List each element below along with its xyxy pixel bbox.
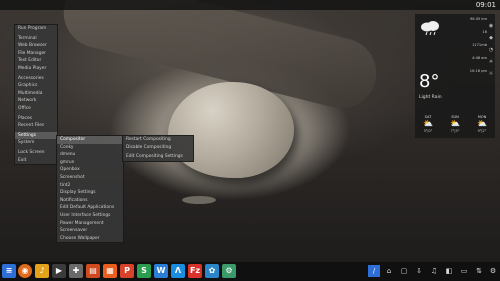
folder-documents-icon[interactable]: ▢ bbox=[398, 265, 410, 277]
menu-item-edit-default-apps[interactable]: Edit Default Applications bbox=[57, 204, 123, 212]
settings-tray-icon[interactable]: ⚙ bbox=[487, 265, 499, 277]
menu-item-system[interactable]: System bbox=[15, 139, 57, 147]
firefox-icon[interactable]: ◉ bbox=[18, 264, 32, 278]
menu-item-screensaver[interactable]: Screensaver bbox=[57, 227, 123, 235]
menu-item-notifications[interactable]: Notifications bbox=[57, 197, 123, 205]
rain-cloud-icon bbox=[421, 21, 439, 36]
writer-icon[interactable]: W bbox=[154, 264, 168, 278]
download-icon[interactable]: ⇩ bbox=[413, 265, 425, 277]
menu-item-places[interactable]: Places bbox=[15, 115, 57, 123]
file-manager-icon[interactable]: ▤ bbox=[86, 264, 100, 278]
filezilla-icon[interactable]: Fz bbox=[188, 264, 202, 278]
bottom-dock: ≡ ◉ ♪ ▶ ✚ ▤ ▦ P S W Λ Fz ✿ ⚙ ∕ ⌂ ▢ ⇩ ♫ ◧… bbox=[0, 262, 500, 281]
wallpaper-pebble bbox=[182, 196, 216, 204]
system-tools-icon[interactable]: ✚ bbox=[69, 264, 83, 278]
weather-condition: Light Rain bbox=[419, 95, 442, 100]
menu-item-network[interactable]: Network bbox=[15, 97, 57, 105]
menu-item-conky[interactable]: Conky bbox=[57, 144, 123, 152]
top-panel: 09:01 bbox=[0, 0, 500, 10]
menu-launcher-icon[interactable]: ≡ bbox=[2, 264, 16, 278]
menu-item-terminal[interactable]: Terminal bbox=[15, 35, 57, 43]
eye-icon: ◉ bbox=[488, 23, 494, 29]
weather-temperature: 8° bbox=[419, 71, 440, 92]
menu-item-lock-screen[interactable]: Lock Screen bbox=[15, 149, 57, 157]
clock[interactable]: 09:01 bbox=[476, 0, 496, 10]
compositor-submenu: Restart Compositing Disable Compositing … bbox=[122, 135, 194, 162]
sun-cloud-icon: ⛅ bbox=[423, 119, 433, 128]
menu-item-tint2[interactable]: tint2 bbox=[57, 182, 123, 190]
weather-pressure: 1171mb bbox=[472, 43, 487, 47]
weather-sunset: 10:16 pm bbox=[469, 69, 487, 73]
settings-cog-icon[interactable]: ✿ bbox=[205, 264, 219, 278]
menu-item-gmrun[interactable]: gmrun bbox=[57, 159, 123, 167]
spreadsheet-icon[interactable]: S bbox=[137, 264, 151, 278]
menu-item-ui-settings[interactable]: User Interface Settings bbox=[57, 212, 123, 220]
forecast-temps: 9°|2° bbox=[477, 129, 487, 133]
wallpaper-stone bbox=[168, 82, 294, 178]
calendar-icon[interactable]: ▦ bbox=[103, 264, 117, 278]
settings-submenu: Compositor Conky dmenu gmrun Openbox Scr… bbox=[56, 135, 124, 244]
menu-item-edit-compositing-settings[interactable]: Edit Compositing Settings bbox=[123, 153, 193, 161]
menu-item-web-browser[interactable]: Web Browser bbox=[15, 42, 57, 50]
audio-mixer-icon[interactable]: ♪ bbox=[35, 264, 49, 278]
forecast-temps: 3°|0° bbox=[423, 129, 433, 133]
sun-cloud-icon: ⛅ bbox=[477, 119, 487, 128]
menu-item-dmenu[interactable]: dmenu bbox=[57, 151, 123, 159]
forecast-temps: 7°|3° bbox=[450, 129, 460, 133]
menu-item-settings[interactable]: Settings bbox=[15, 131, 57, 140]
drop-icon: ◆ bbox=[489, 35, 493, 41]
media-player-icon[interactable]: ▶ bbox=[52, 264, 66, 278]
gauge-icon: ◔ bbox=[488, 47, 494, 53]
weather-sunrise: 4:46 am bbox=[472, 56, 487, 60]
menu-item-compositor[interactable]: Compositor bbox=[57, 136, 123, 144]
menu-item-display-settings[interactable]: Display Settings bbox=[57, 189, 123, 197]
menu-item-exit[interactable]: Exit bbox=[15, 157, 57, 165]
menu-item-screenshot[interactable]: Screenshot bbox=[57, 174, 123, 182]
menu-item-restart-compositing[interactable]: Restart Compositing bbox=[123, 136, 193, 144]
menu-item-openbox[interactable]: Openbox bbox=[57, 166, 123, 174]
weather-widget: 96.05 km 16 1171mb 4:46 am 10:16 pm 8° L… bbox=[415, 14, 495, 138]
menu-item-office[interactable]: Office bbox=[15, 105, 57, 113]
weather-visibility: 96.05 km bbox=[469, 17, 487, 21]
forecast-day: SUN ⛅ 7°|3° bbox=[443, 115, 467, 133]
forecast-day: MON ⛅ 9°|2° bbox=[470, 115, 494, 133]
menu-item-recent-files[interactable]: Recent Files bbox=[15, 122, 57, 130]
main-menu: Run Program Terminal Web Browser File Ma… bbox=[14, 24, 58, 166]
menu-item-disable-compositing[interactable]: Disable Compositing bbox=[123, 144, 193, 152]
menu-item-media-player[interactable]: Media Player bbox=[15, 65, 57, 73]
network-manager-icon[interactable]: ⚙ bbox=[222, 264, 236, 278]
menu-item-text-editor[interactable]: Text Editor bbox=[15, 57, 57, 65]
menu-item-graphics[interactable]: Graphics bbox=[15, 82, 57, 90]
sunrise-icon: ☀ bbox=[488, 59, 494, 65]
sun-cloud-icon: ⛅ bbox=[450, 119, 460, 128]
workspace-icon[interactable]: ∕ bbox=[368, 265, 380, 277]
menu-item-power-management[interactable]: Power Management bbox=[57, 220, 123, 228]
weather-humidity: 16 bbox=[482, 30, 487, 34]
menu-item-accessories[interactable]: Accessories bbox=[15, 75, 57, 83]
pictures-folder-icon[interactable]: ◧ bbox=[443, 265, 455, 277]
menu-item-choose-wallpaper[interactable]: Choose Wallpaper bbox=[57, 235, 123, 243]
weather-stat-icons: ◉ ◆ ◔ ☀ ☼ bbox=[486, 20, 496, 80]
folder-home-icon[interactable]: ⌂ bbox=[383, 265, 395, 277]
network-tray-icon[interactable]: ⇅ bbox=[473, 265, 485, 277]
editor-icon[interactable]: Λ bbox=[171, 264, 185, 278]
videos-folder-icon[interactable]: ▭ bbox=[458, 265, 470, 277]
menu-item-multimedia[interactable]: Multimedia bbox=[15, 90, 57, 98]
menu-item-file-manager[interactable]: File Manager bbox=[15, 50, 57, 58]
presentation-icon[interactable]: P bbox=[120, 264, 134, 278]
music-folder-icon[interactable]: ♫ bbox=[428, 265, 440, 277]
sunset-icon: ☼ bbox=[488, 71, 494, 77]
menu-item-run-program[interactable]: Run Program bbox=[15, 25, 57, 33]
forecast-day: SAT ⛅ 3°|0° bbox=[416, 115, 440, 133]
